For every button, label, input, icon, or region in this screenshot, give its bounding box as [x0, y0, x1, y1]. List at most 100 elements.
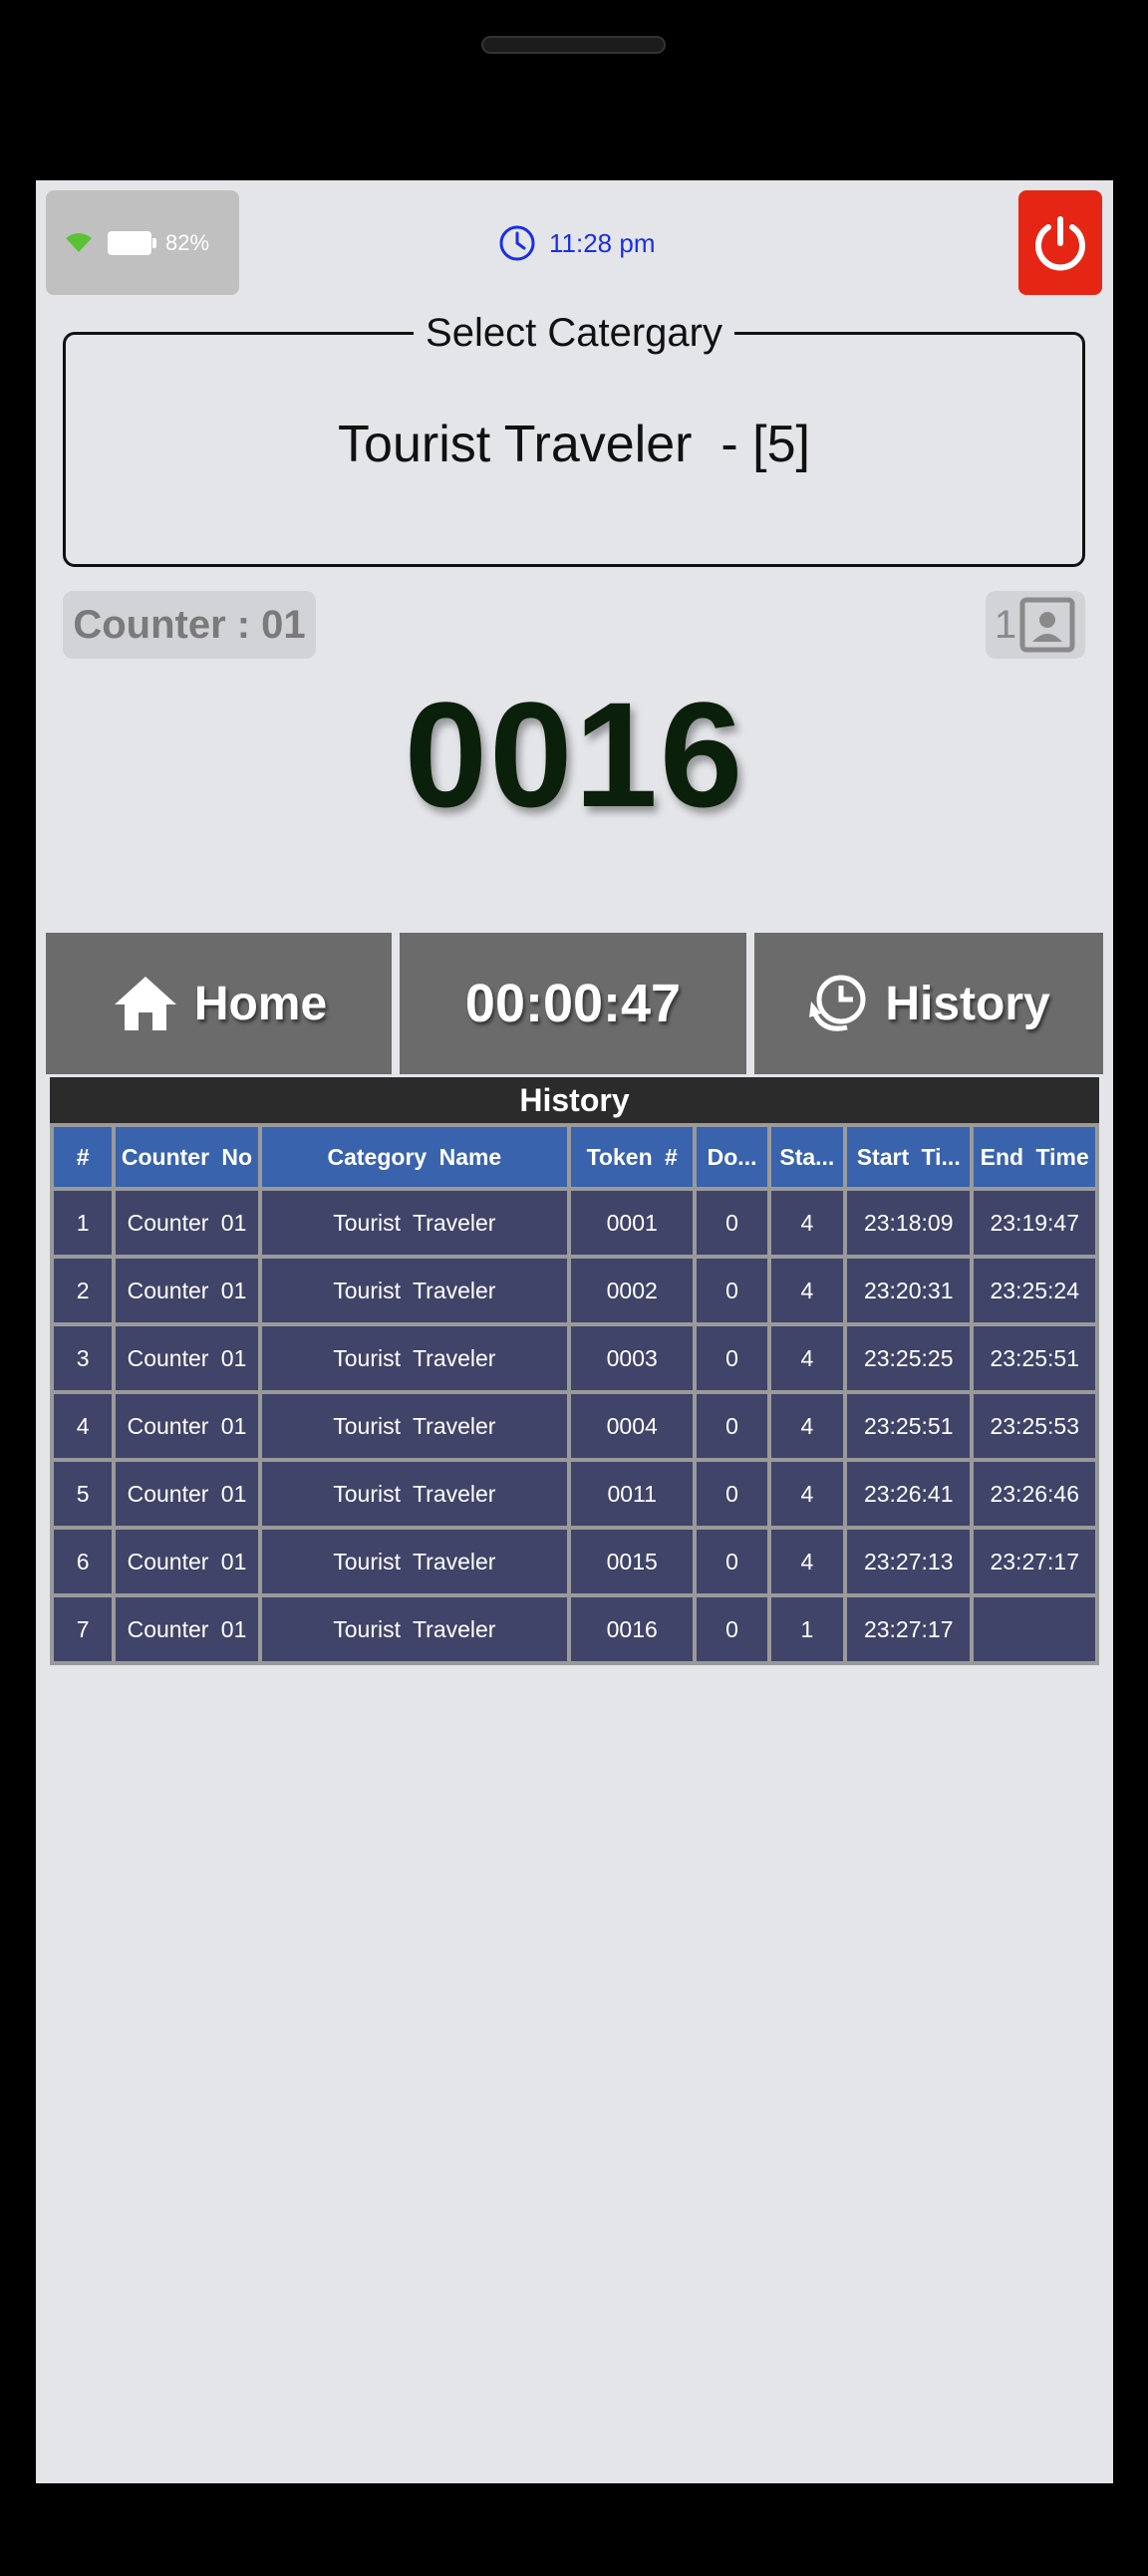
column-header[interactable]: Category Name	[261, 1127, 567, 1187]
current-token-number: 0016	[404, 671, 745, 838]
selected-category: Tourist Traveler - [5]	[338, 416, 810, 473]
table-cell: 0016	[570, 1597, 694, 1661]
wifi-icon	[66, 232, 92, 252]
table-cell: 0004	[570, 1394, 694, 1458]
clock-icon	[499, 225, 535, 261]
table-cell: 23:27:13	[846, 1530, 971, 1593]
table-cell	[974, 1597, 1095, 1661]
table-cell: 1	[54, 1191, 113, 1255]
table-cell: 4	[770, 1326, 843, 1390]
profile-count: 1	[994, 602, 1017, 647]
contact-card-icon	[1019, 597, 1075, 653]
table-cell: Counter 01	[116, 1326, 258, 1390]
table-cell: 0	[697, 1191, 767, 1255]
table-cell: 0	[697, 1462, 767, 1526]
table-cell: 7	[54, 1597, 113, 1661]
table-cell: Counter 01	[116, 1259, 258, 1322]
home-button[interactable]: Home	[46, 933, 392, 1074]
category-legend: Select Catergary	[414, 311, 734, 356]
table-row[interactable]: 5 Counter 01 Tourist Traveler 0011 0 4 23:26:4…	[54, 1462, 1095, 1526]
table-cell: 0	[697, 1326, 767, 1390]
table-cell: Counter 01	[116, 1462, 258, 1526]
table-cell: 23:27:17	[846, 1597, 971, 1661]
table-cell: Counter 01	[116, 1191, 258, 1255]
table-cell: 23:18:09	[846, 1191, 971, 1255]
table-cell: Counter 01	[116, 1394, 258, 1458]
table-cell: 4	[770, 1191, 843, 1255]
table-cell: 23:25:25	[846, 1326, 971, 1390]
home-icon	[114, 977, 176, 1030]
table-cell: 23:19:47	[974, 1191, 1095, 1255]
table-cell: 0015	[570, 1530, 694, 1593]
table-cell: 0003	[570, 1326, 694, 1390]
app-screen: 82% 11:28 pm Select Catergary Tourist Tr…	[36, 180, 1113, 2483]
battery-percentage: 82%	[165, 229, 210, 255]
table-cell: 23:25:51	[974, 1326, 1095, 1390]
table-cell: Counter 01	[116, 1597, 258, 1661]
table-row[interactable]: 3 Counter 01 Tourist Traveler 0003 0 4 23:25:2…	[54, 1326, 1095, 1390]
table-cell: Tourist Traveler	[261, 1530, 567, 1593]
table-cell: Tourist Traveler	[261, 1394, 567, 1458]
table-cell: 0002	[570, 1259, 694, 1322]
table-cell: 1	[770, 1597, 843, 1661]
table-cell: 5	[54, 1462, 113, 1526]
table-row[interactable]: 1 Counter 01 Tourist Traveler 0001 0 4 23:18:0…	[54, 1191, 1095, 1255]
table-cell: 0	[697, 1394, 767, 1458]
table-row[interactable]: 4 Counter 01 Tourist Traveler 0004 0 4 23:25:5…	[54, 1394, 1095, 1458]
home-button-label: Home	[193, 977, 328, 1030]
history-button[interactable]: History	[754, 933, 1103, 1074]
column-header[interactable]: #	[54, 1127, 113, 1187]
phone-frame: 82% 11:28 pm Select Catergary Tourist Tr…	[0, 0, 1148, 2576]
table-cell: Tourist Traveler	[261, 1462, 567, 1526]
power-icon	[1035, 215, 1085, 270]
table-row[interactable]: 6 Counter 01 Tourist Traveler 0015 0 4 23:27:1…	[54, 1530, 1095, 1593]
table-cell: 6	[54, 1530, 113, 1593]
column-header[interactable]: Start Ti...	[846, 1127, 971, 1187]
table-cell: 23:20:31	[846, 1259, 971, 1322]
history-table-title: History	[50, 1077, 1099, 1123]
history-button-label: History	[885, 977, 1050, 1030]
table-cell: 4	[54, 1394, 113, 1458]
phone-speaker	[481, 36, 666, 54]
table-cell: 0011	[570, 1462, 694, 1526]
power-button[interactable]	[1018, 190, 1102, 295]
table-cell: Tourist Traveler	[261, 1597, 567, 1661]
table-cell: 4	[770, 1530, 843, 1593]
elapsed-timer: 00:00:47	[400, 933, 746, 1074]
table-cell: 0	[697, 1597, 767, 1661]
table-cell: 2	[54, 1259, 113, 1322]
table-cell: 23:25:53	[974, 1394, 1095, 1458]
table-row[interactable]: 2 Counter 01 Tourist Traveler 0002 0 4 23:20:3…	[54, 1259, 1095, 1322]
table-cell: 0001	[570, 1191, 694, 1255]
table-cell: 4	[770, 1259, 843, 1322]
battery-icon	[108, 230, 156, 255]
table-cell: 3	[54, 1326, 113, 1390]
table-cell: 4	[770, 1462, 843, 1526]
counter-badge: Counter : 01	[63, 591, 316, 659]
column-header[interactable]: End Time	[974, 1127, 1095, 1187]
table-cell: 23:25:24	[974, 1259, 1095, 1322]
history-icon	[809, 975, 866, 1031]
column-header[interactable]: Sta...	[770, 1127, 843, 1187]
profile-badge[interactable]: 1	[986, 591, 1085, 659]
table-cell: 0	[697, 1259, 767, 1322]
column-header[interactable]: Counter No	[116, 1127, 258, 1187]
table-cell: Tourist Traveler	[261, 1191, 567, 1255]
table-header-row: # Counter No Category Name Token # Do...…	[54, 1127, 1095, 1187]
current-time: 11:28 pm	[549, 227, 656, 258]
clock-display: 11:28 pm	[497, 220, 655, 266]
table-row[interactable]: 7 Counter 01 Tourist Traveler 0016 0 1 23:27:1…	[54, 1597, 1095, 1661]
table-cell: Counter 01	[116, 1530, 258, 1593]
column-header[interactable]: Token #	[570, 1127, 694, 1187]
table-cell: 0	[697, 1530, 767, 1593]
category-selector[interactable]: Select Catergary Tourist Traveler - [5]	[63, 311, 1085, 567]
table-cell: 4	[770, 1394, 843, 1458]
table-cell: 23:27:17	[974, 1530, 1095, 1593]
device-status-panel: 82%	[46, 190, 239, 295]
table-cell: 23:25:51	[846, 1394, 971, 1458]
column-header[interactable]: Do...	[697, 1127, 767, 1187]
table-cell: 23:26:41	[846, 1462, 971, 1526]
table-cell: Tourist Traveler	[261, 1326, 567, 1390]
table-cell: 23:26:46	[974, 1462, 1095, 1526]
table-cell: Tourist Traveler	[261, 1259, 567, 1322]
